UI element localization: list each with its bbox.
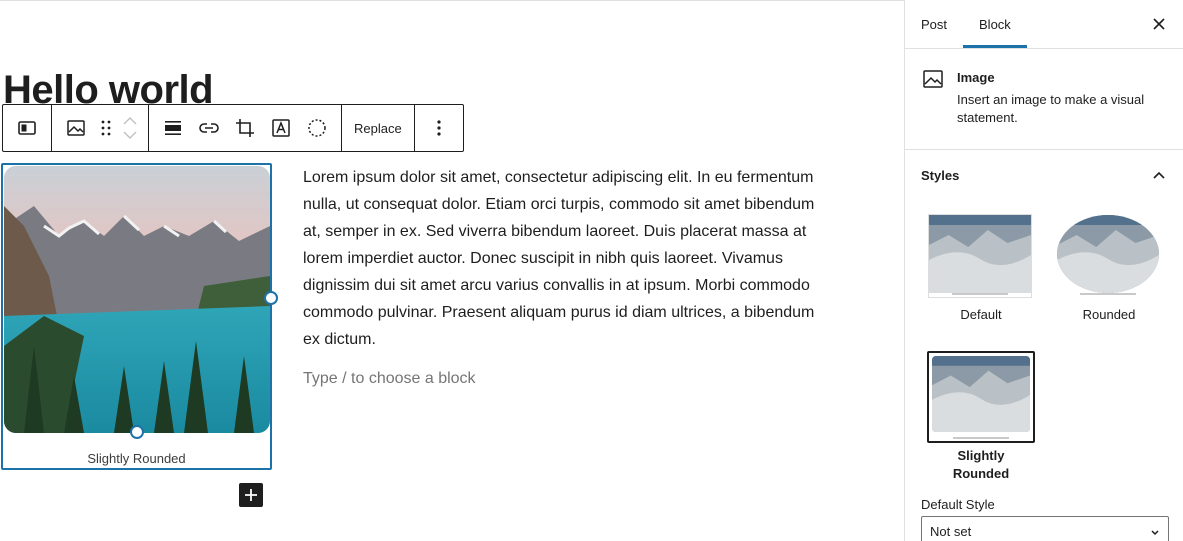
more-options-icon bbox=[437, 120, 441, 136]
resize-handle-right[interactable] bbox=[264, 291, 278, 305]
align-button[interactable] bbox=[155, 110, 191, 146]
move-down-button[interactable] bbox=[123, 128, 137, 142]
block-toolbar: Replace bbox=[2, 104, 464, 152]
block-type-icon bbox=[18, 121, 36, 135]
block-movers bbox=[118, 110, 142, 146]
move-down-icon bbox=[123, 131, 137, 139]
image-icon bbox=[67, 120, 85, 136]
image-block[interactable]: Slightly Rounded bbox=[1, 163, 278, 470]
text-overlay-button[interactable] bbox=[263, 110, 299, 146]
duotone-icon bbox=[308, 119, 326, 137]
toolbar-group-tools bbox=[149, 105, 342, 151]
chevron-down-icon bbox=[1151, 530, 1159, 536]
block-card-description: Insert an image to make a visual stateme… bbox=[957, 92, 1145, 125]
toolbar-group-block bbox=[52, 105, 149, 151]
close-icon bbox=[1153, 18, 1165, 30]
crop-icon bbox=[236, 119, 254, 137]
image-caption[interactable]: Slightly Rounded bbox=[3, 451, 270, 466]
text-overlay-icon bbox=[272, 119, 290, 137]
style-label-rounded: Rounded bbox=[1082, 307, 1136, 322]
crop-button[interactable] bbox=[227, 110, 263, 146]
chevron-up-icon bbox=[1147, 163, 1171, 187]
default-style-label: Default Style bbox=[921, 497, 995, 512]
block-card: Image Insert an image to make a visual s… bbox=[905, 49, 1183, 150]
style-option-rounded[interactable]: Rounded bbox=[1056, 214, 1162, 324]
editor-canvas: Hello world Replace Slightly Rounded Lor… bbox=[0, 0, 904, 541]
align-icon bbox=[165, 121, 181, 135]
drag-handle[interactable] bbox=[94, 110, 118, 146]
move-up-button[interactable] bbox=[123, 114, 137, 128]
block-card-content: Image Insert an image to make a visual s… bbox=[957, 67, 1157, 129]
image-icon bbox=[923, 70, 943, 88]
style-preview-rounded bbox=[1056, 214, 1160, 298]
tab-post[interactable]: Post bbox=[905, 0, 963, 48]
move-up-icon bbox=[123, 117, 137, 125]
style-preview-default bbox=[928, 214, 1032, 298]
style-preview-slightly-rounded bbox=[927, 351, 1035, 443]
drag-handle-icon bbox=[101, 120, 111, 136]
image-block-button[interactable] bbox=[58, 110, 94, 146]
tab-block[interactable]: Block bbox=[963, 0, 1027, 48]
link-button[interactable] bbox=[191, 110, 227, 146]
default-style-value: Not set bbox=[930, 524, 972, 539]
sidebar-tabs: Post Block bbox=[905, 0, 1183, 49]
duotone-button[interactable] bbox=[299, 110, 335, 146]
plus-icon bbox=[245, 489, 257, 501]
close-sidebar-button[interactable] bbox=[1147, 12, 1171, 36]
block-card-title: Image bbox=[957, 70, 995, 85]
styles-panel-header[interactable]: Styles bbox=[905, 150, 1183, 200]
toolbar-group-more bbox=[415, 105, 463, 151]
more-options-button[interactable] bbox=[421, 110, 457, 146]
styles-heading: Styles bbox=[921, 167, 960, 183]
paragraph-block[interactable]: Lorem ipsum dolor sit amet, consectetur … bbox=[303, 164, 833, 353]
link-icon bbox=[199, 123, 219, 133]
style-label-default: Default bbox=[960, 307, 1002, 322]
lake-mountain-image[interactable] bbox=[4, 166, 270, 433]
resize-handle-bottom[interactable] bbox=[130, 425, 144, 439]
editor-app: Hello world Replace Slightly Rounded Lor… bbox=[0, 0, 1183, 541]
add-block-button[interactable] bbox=[239, 483, 263, 507]
replace-button[interactable]: Replace bbox=[348, 110, 408, 146]
style-label-slightly-rounded: Slightly Rounded bbox=[952, 448, 1010, 481]
style-option-slightly-rounded[interactable]: Slightly Rounded bbox=[927, 351, 1035, 483]
toolbar-group-replace: Replace bbox=[342, 105, 415, 151]
toolbar-group-parent bbox=[3, 105, 52, 151]
style-option-default[interactable]: Default bbox=[928, 214, 1034, 324]
block-appender-placeholder[interactable]: Type / to choose a block bbox=[303, 370, 476, 388]
default-style-select[interactable]: Not set bbox=[921, 516, 1169, 541]
block-type-button[interactable] bbox=[9, 110, 45, 146]
